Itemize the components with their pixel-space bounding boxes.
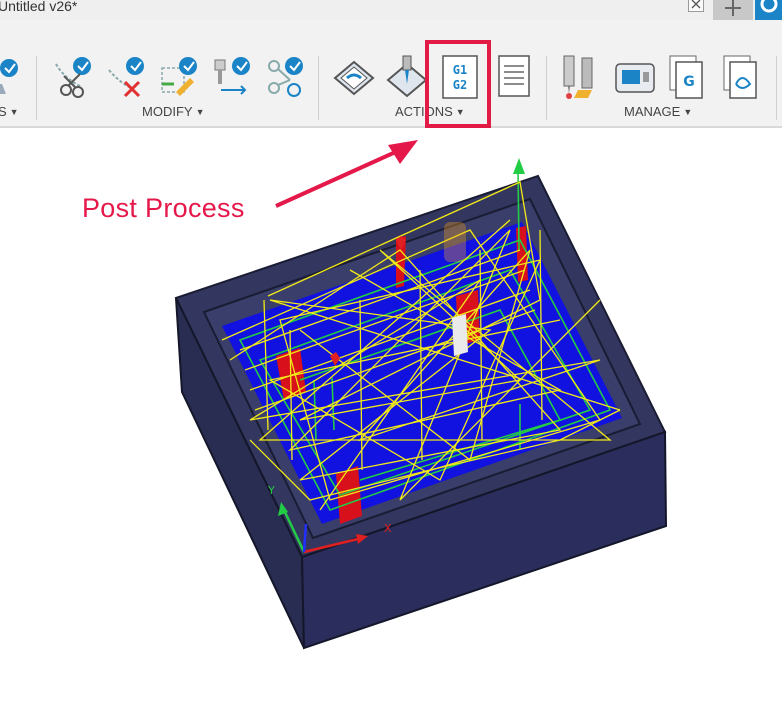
axis-y-label: Y xyxy=(267,484,275,497)
model-viewport[interactable]: X Y xyxy=(0,0,782,708)
axis-x-label: X xyxy=(384,522,392,535)
green-arrow-marker xyxy=(513,158,525,174)
